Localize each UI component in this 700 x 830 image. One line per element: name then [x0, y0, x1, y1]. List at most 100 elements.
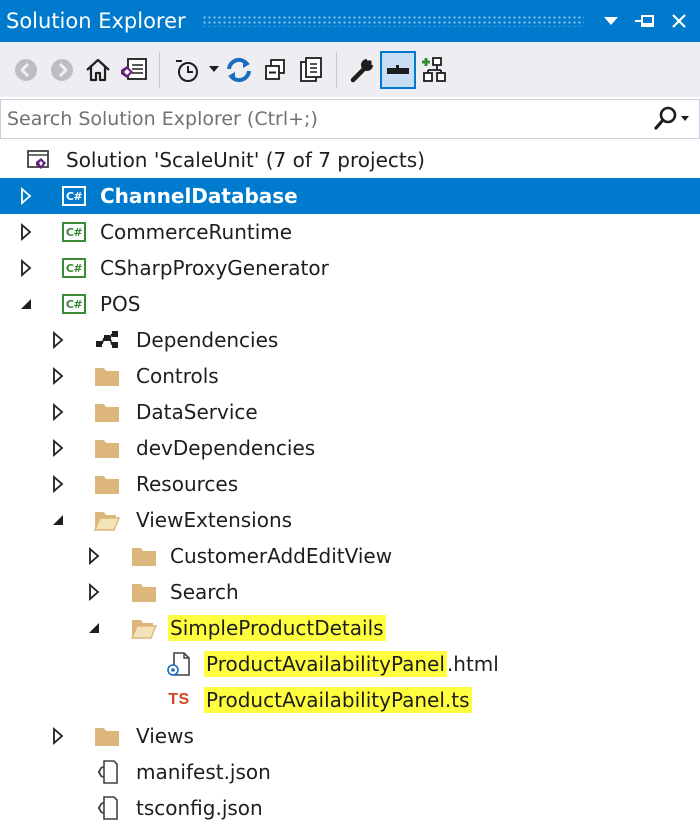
expand-arrow-icon[interactable] [49, 727, 67, 745]
tree-item-html-file[interactable]: ProductAvailabilityPanel .html [0, 646, 700, 682]
collapse-all-icon[interactable] [257, 51, 293, 89]
solution-icon [26, 147, 52, 173]
class-diagram-icon[interactable] [416, 51, 452, 89]
tree-item-label: manifest.json [136, 760, 271, 784]
tree-item-label: Resources [136, 472, 239, 496]
expand-arrow-icon[interactable] [85, 547, 103, 565]
tree-item-label: Views [136, 724, 194, 748]
show-all-files-icon[interactable] [293, 51, 329, 89]
forward-icon[interactable] [44, 51, 80, 89]
expand-arrow-icon[interactable] [49, 331, 67, 349]
tree-item-solution[interactable]: Solution 'ScaleUnit' (7 of 7 projects) [0, 142, 700, 178]
tree-item-label: CustomerAddEditView [170, 544, 393, 568]
expand-arrow-icon[interactable] [49, 367, 67, 385]
folder-open-icon [94, 507, 120, 533]
solution-explorer-toolbar [0, 42, 700, 97]
csharp-project-icon: C# [61, 219, 87, 245]
tree-item-ts-file[interactable]: TS ProductAvailabilityPanel.ts [0, 682, 700, 718]
pin-icon[interactable] [632, 6, 658, 36]
folder-icon [94, 363, 120, 389]
highlighted-label: ProductAvailabilityPanel.ts [204, 687, 472, 713]
tree-item-tsconfig-json[interactable]: tsconfig.json [0, 790, 700, 826]
tree-item-controls[interactable]: Controls [0, 358, 700, 394]
preview-selected-items-icon[interactable] [380, 50, 416, 89]
folder-icon [94, 471, 120, 497]
toolbar-separator [336, 51, 337, 88]
file-extension: .html [446, 652, 499, 676]
tree-item-label: Controls [136, 364, 219, 388]
expand-arrow-icon[interactable] [17, 223, 35, 241]
window-title: Solution Explorer [6, 9, 186, 33]
tree-item-csharpproxygenerator[interactable]: C# CSharpProxyGenerator [0, 250, 700, 286]
csharp-project-icon: C# [61, 255, 87, 281]
folder-icon [94, 399, 120, 425]
tree-item-label: DataService [136, 400, 258, 424]
tree-item-resources[interactable]: Resources [0, 466, 700, 502]
file-extension: .ts [444, 688, 470, 712]
drag-grip[interactable] [201, 15, 584, 27]
tree-item-dependencies[interactable]: Dependencies [0, 322, 700, 358]
expand-arrow-icon[interactable] [49, 475, 67, 493]
properties-wrench-icon[interactable] [344, 51, 380, 89]
back-icon[interactable] [8, 51, 44, 89]
tree-item-label: CSharpProxyGenerator [100, 256, 329, 280]
home-icon[interactable] [80, 51, 116, 89]
expand-arrow-icon[interactable] [85, 583, 103, 601]
tree-item-label: Solution 'ScaleUnit' (7 of 7 projects) [66, 148, 425, 172]
dependencies-icon [94, 327, 120, 353]
csharp-project-icon: C# [61, 183, 87, 209]
collapse-arrow-icon[interactable] [85, 619, 103, 637]
folder-icon [94, 435, 120, 461]
tree-item-label: ProductAvailabilityPanel .html [204, 651, 499, 677]
tree-item-channeldatabase[interactable]: C# ChannelDatabase [0, 178, 700, 214]
folder-icon [131, 579, 157, 605]
tree-item-label: Dependencies [136, 328, 279, 352]
tree-item-customeraddeditview[interactable]: CustomerAddEditView [0, 538, 700, 574]
csharp-project-icon: C# [61, 291, 87, 317]
tree-item-devdependencies[interactable]: devDependencies [0, 430, 700, 466]
tree-item-viewextensions[interactable]: ViewExtensions [0, 502, 700, 538]
tree-item-label: SimpleProductDetails [168, 615, 386, 641]
tree-item-search[interactable]: Search [0, 574, 700, 610]
tree-item-label: POS [100, 292, 141, 316]
sync-with-active-document-icon[interactable] [221, 51, 257, 89]
typescript-file-icon: TS [168, 691, 190, 708]
expand-arrow-icon[interactable] [49, 439, 67, 457]
collapse-arrow-icon[interactable] [49, 511, 67, 529]
switch-views-icon[interactable] [116, 51, 152, 89]
tree-item-dataservice[interactable]: DataService [0, 394, 700, 430]
json-file-icon [94, 759, 120, 785]
tree-item-manifest-json[interactable]: manifest.json [0, 754, 700, 790]
search-box [0, 99, 700, 139]
expand-arrow-icon[interactable] [17, 187, 35, 205]
json-file-icon [94, 795, 120, 821]
tree-item-label: ChannelDatabase [100, 184, 298, 208]
search-icon[interactable] [645, 100, 699, 138]
close-icon[interactable] [666, 6, 692, 36]
folder-icon [131, 543, 157, 569]
tree-item-label: devDependencies [136, 436, 316, 460]
toolbar-separator [159, 51, 160, 88]
collapse-arrow-icon[interactable] [17, 295, 35, 313]
tree-item-pos[interactable]: C# POS [0, 286, 700, 322]
dropdown-arrow-icon [209, 65, 219, 72]
tree-item-commerceruntime[interactable]: C# CommerceRuntime [0, 214, 700, 250]
highlighted-label: SimpleProductDetails [168, 615, 386, 641]
search-input[interactable] [1, 108, 645, 130]
folder-icon [94, 723, 120, 749]
highlighted-label: ProductAvailabilityPanel [204, 651, 447, 677]
tree-item-label: Search [170, 580, 239, 604]
tree-item-label: ViewExtensions [136, 508, 293, 532]
tree-item-label: tsconfig.json [136, 796, 263, 820]
pending-changes-filter-icon[interactable] [167, 51, 221, 89]
expand-arrow-icon[interactable] [17, 259, 35, 277]
tree-item-label: ProductAvailabilityPanel.ts [204, 687, 472, 713]
tool-window-title-bar: Solution Explorer [0, 0, 700, 42]
expand-arrow-icon[interactable] [49, 403, 67, 421]
folder-open-icon [131, 615, 157, 641]
html-file-icon [166, 651, 192, 677]
tree-item-views[interactable]: Views [0, 718, 700, 754]
tree-item-label: CommerceRuntime [100, 220, 293, 244]
dropdown-icon[interactable] [598, 6, 624, 36]
tree-item-simpleproductdetails[interactable]: SimpleProductDetails [0, 610, 700, 646]
